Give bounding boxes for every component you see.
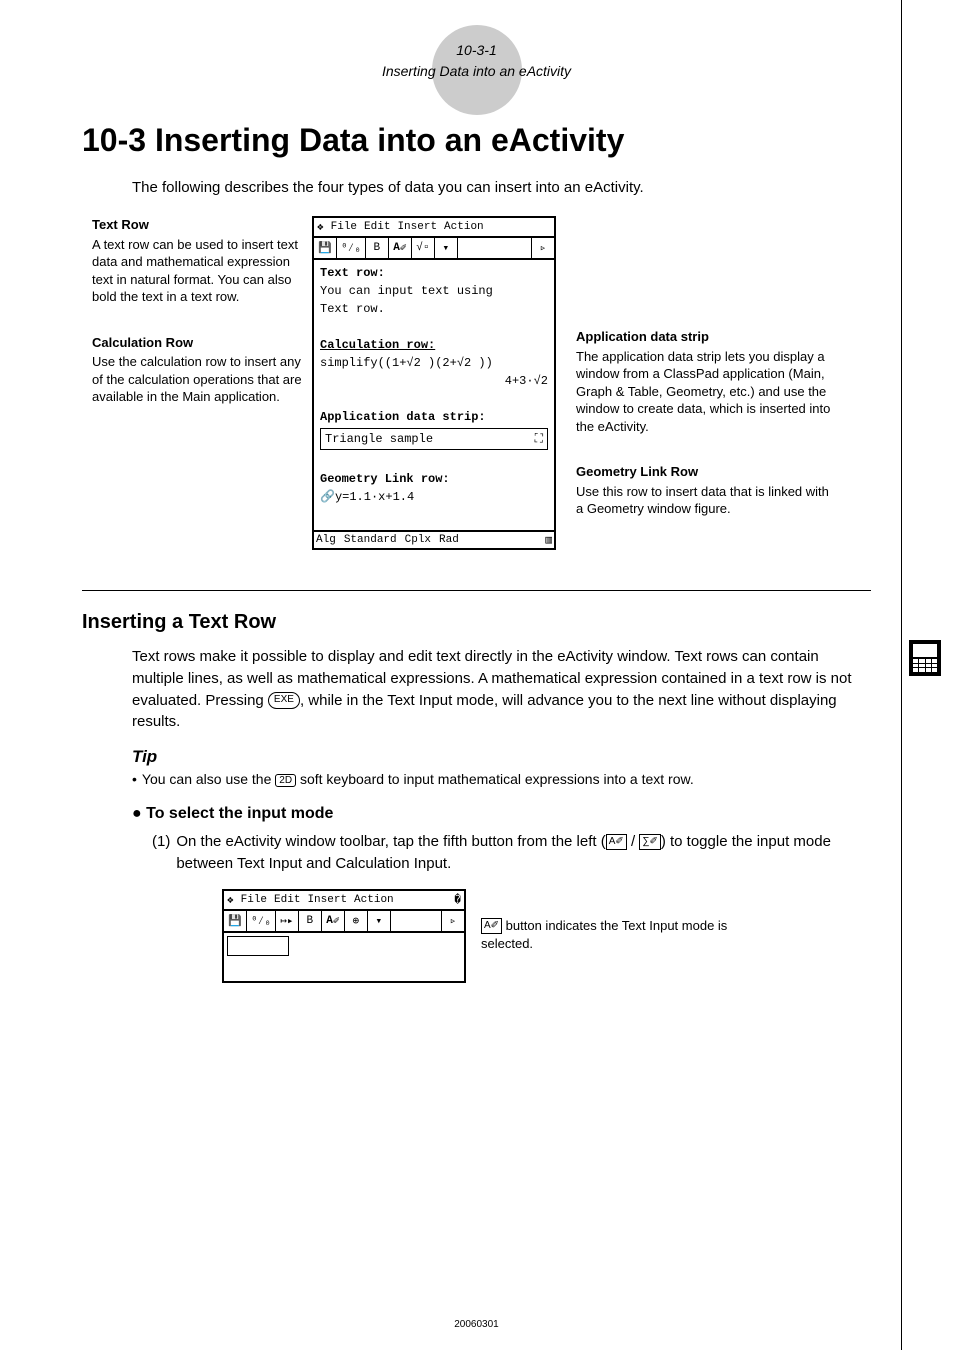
geom-desc: Use this row to insert data that is link… xyxy=(576,483,836,518)
calc-result: 4+3·√2 xyxy=(320,372,548,390)
text-mode-inline-icon: A✐ xyxy=(606,834,627,851)
close-icon[interactable]: �⵱ xyxy=(454,893,461,907)
app-strip-box[interactable]: Triangle sample ⛶ xyxy=(320,428,548,450)
text-line-2: Text row. xyxy=(320,300,548,318)
expand-icon[interactable]: ▹ xyxy=(441,911,464,931)
header-page-title: Inserting Data into an eActivity xyxy=(52,61,901,82)
calc-row-desc: Use the calculation row to insert any of… xyxy=(92,353,302,406)
mini-caption: A✐ button indicates the Text Input mode … xyxy=(481,917,731,953)
app-strip-title: Application data strip xyxy=(576,328,836,346)
menu-icon[interactable]: ❖ xyxy=(317,220,324,234)
arrow-icon[interactable]: ↦▸ xyxy=(276,911,299,931)
toolbar: 💾 ⁰⁄₀ B A✐ √▫ ▾ ▹ xyxy=(314,238,554,260)
text-mode-icon[interactable]: A✐ xyxy=(322,911,345,931)
expr-icon[interactable]: √▫ xyxy=(412,238,435,258)
bold-icon[interactable]: B xyxy=(366,238,389,258)
calc-row-title: Calculation Row xyxy=(92,334,302,352)
tip-heading: Tip xyxy=(132,747,901,767)
tip-bullet: • You can also use the 2D soft keyboard … xyxy=(132,771,871,787)
text-mode-icon[interactable]: A✐ xyxy=(389,238,412,258)
label-app-strip: Application data strip: xyxy=(320,408,548,426)
save-icon[interactable]: 💾 xyxy=(314,238,337,258)
calculator-screen: ❖ File Edit Insert Action 💾 ⁰⁄₀ B A✐ √▫ … xyxy=(312,216,556,550)
menu-file[interactable]: File xyxy=(331,221,357,233)
text-line-1: You can input text using xyxy=(320,282,548,300)
callout-calc-row: Calculation Row Use the calculation row … xyxy=(92,334,302,406)
strip-label: Triangle sample xyxy=(325,430,433,448)
fraction-icon[interactable]: ⁰⁄₀ xyxy=(247,911,276,931)
menu-edit[interactable]: Edit xyxy=(364,221,390,233)
mini-menubar: ❖ File Edit Insert Action �⵱ xyxy=(224,891,464,911)
app-strip-desc: The application data strip lets you disp… xyxy=(576,348,836,436)
section-title: 10-3 Inserting Data into an eActivity xyxy=(82,122,901,159)
bold-icon[interactable]: B xyxy=(299,911,322,931)
label-calc-row: Calculation row: xyxy=(320,336,548,354)
menubar: ❖ File Edit Insert Action xyxy=(314,218,554,238)
menu-insert[interactable]: Insert xyxy=(397,221,437,233)
label-text-row: Text row: xyxy=(320,264,548,282)
status-rad: Rad xyxy=(439,534,459,546)
menu-file[interactable]: File xyxy=(241,894,267,906)
intro-paragraph: The following describes the four types o… xyxy=(132,179,871,196)
save-icon[interactable]: 💾 xyxy=(224,911,247,931)
calc-expr: simplify((1+√2 )(2+√2 )) xyxy=(320,354,548,372)
dropdown-icon[interactable]: ▾ xyxy=(435,238,458,258)
mini-screenshot-row: ❖ File Edit Insert Action �⵱ 💾 ⁰⁄₀ ↦▸ B … xyxy=(52,889,901,983)
mini-calculator-screen: ❖ File Edit Insert Action �⵱ 💾 ⁰⁄₀ ↦▸ B … xyxy=(222,889,466,983)
mini-toolbar: 💾 ⁰⁄₀ ↦▸ B A✐ ⊕ ▾ ▹ xyxy=(224,911,464,933)
strip-icon: ⛶ xyxy=(535,430,543,448)
statusbar: Alg Standard Cplx Rad ▥ xyxy=(314,530,554,548)
procedure-heading: ● To select the input mode xyxy=(132,805,901,823)
2d-key-icon: 2D xyxy=(275,774,296,787)
geom-expr: 🔗y=1.1·x+1.4 xyxy=(320,488,548,506)
label-geom-row: Geometry Link row: xyxy=(320,470,548,488)
status-alg: Alg xyxy=(316,534,336,546)
status-cplx: Cplx xyxy=(405,534,431,546)
menu-action[interactable]: Action xyxy=(444,221,484,233)
sidebar-calculator-icon xyxy=(909,640,941,676)
page-header: 10-3-1 Inserting Data into an eActivity xyxy=(52,40,901,82)
step-1: (1) On the eActivity window toolbar, tap… xyxy=(152,831,871,875)
paragraph-1: Text rows make it possible to display an… xyxy=(132,646,871,733)
overview-diagram: Text Row A text row can be used to inser… xyxy=(92,216,881,550)
expand-icon[interactable]: ▹ xyxy=(531,238,554,258)
menu-insert[interactable]: Insert xyxy=(307,894,347,906)
cursor-box[interactable] xyxy=(227,936,289,956)
calc-mode-inline-icon: ∑✐ xyxy=(639,834,661,851)
separator xyxy=(82,590,871,591)
subsection-title: Inserting a Text Row xyxy=(82,611,901,634)
callout-app-strip: Application data strip The application d… xyxy=(576,216,836,435)
fraction-icon[interactable]: ⁰⁄₀ xyxy=(337,238,366,258)
insert-icon[interactable]: ⊕ xyxy=(345,911,368,931)
footer-date: 20060301 xyxy=(52,1319,901,1330)
menu-action[interactable]: Action xyxy=(354,894,394,906)
callout-geom-row: Geometry Link Row Use this row to insert… xyxy=(576,463,836,518)
exe-key-icon: EXE xyxy=(268,692,300,709)
status-standard: Standard xyxy=(344,534,397,546)
screen-content: Text row: You can input text using Text … xyxy=(314,260,554,530)
text-row-title: Text Row xyxy=(92,216,302,234)
header-page-num: 10-3-1 xyxy=(52,40,901,61)
dropdown-icon[interactable]: ▾ xyxy=(368,911,391,931)
text-row-desc: A text row can be used to insert text da… xyxy=(92,236,302,306)
battery-icon: ▥ xyxy=(545,533,552,547)
callout-text-row: Text Row A text row can be used to inser… xyxy=(92,216,302,306)
geom-title: Geometry Link Row xyxy=(576,463,836,481)
menu-icon[interactable]: ❖ xyxy=(227,893,234,907)
mini-content xyxy=(224,936,464,981)
text-mode-caption-icon: A✐ xyxy=(481,918,502,934)
menu-edit[interactable]: Edit xyxy=(274,894,300,906)
